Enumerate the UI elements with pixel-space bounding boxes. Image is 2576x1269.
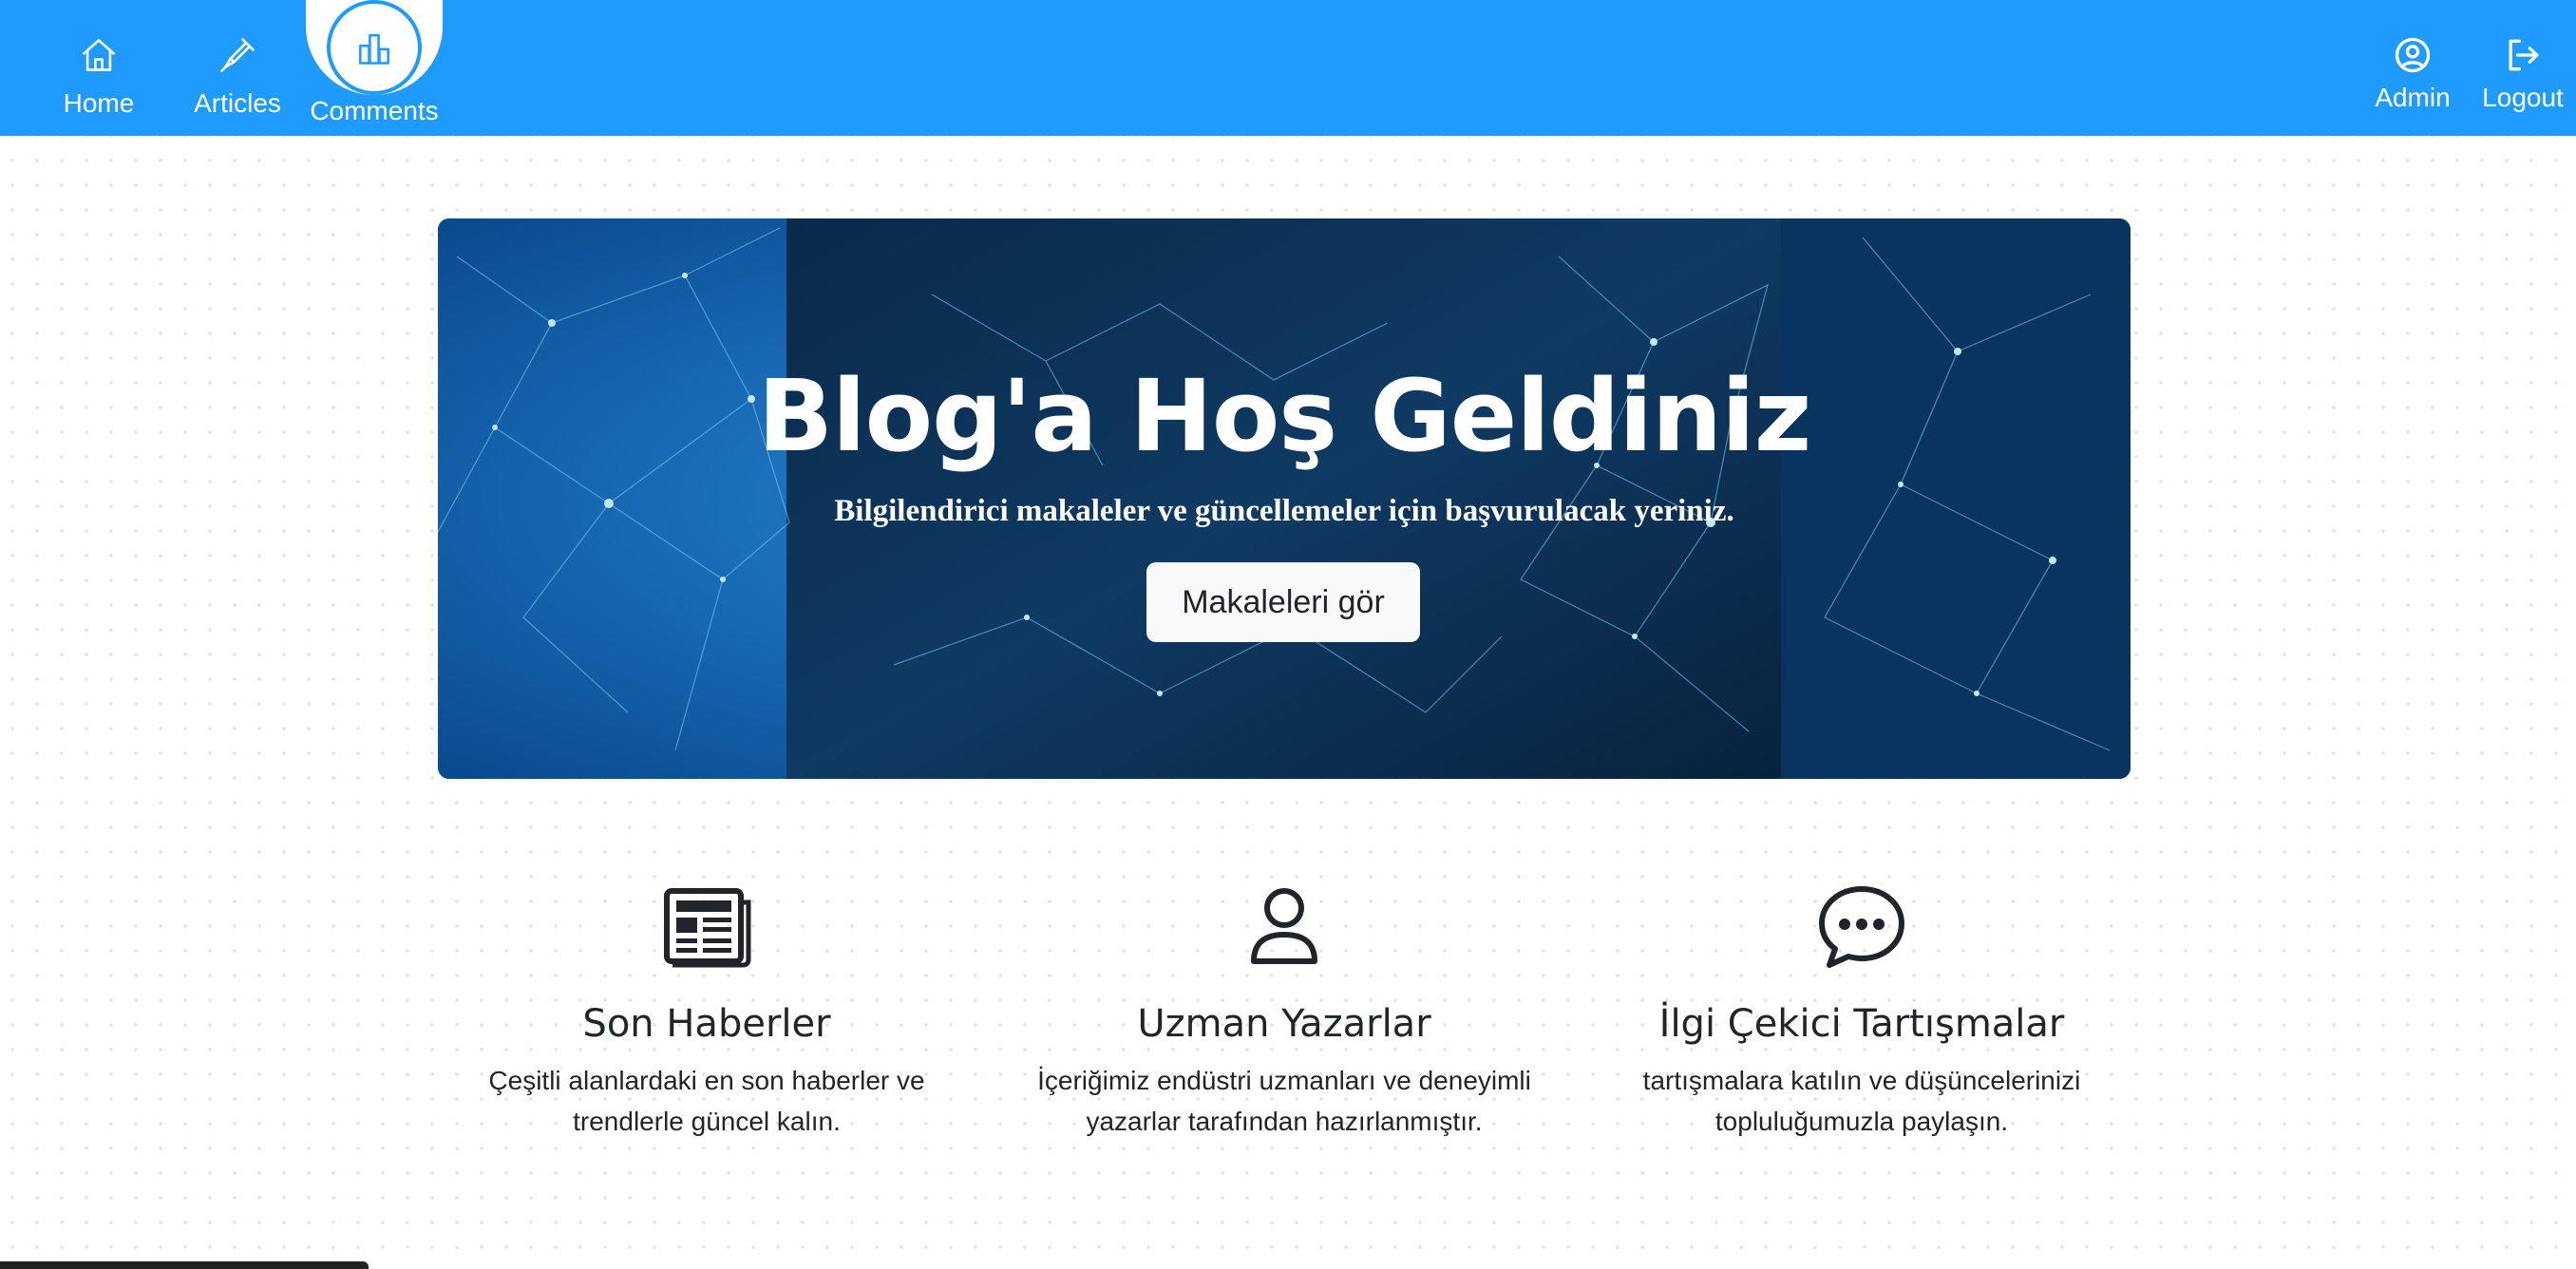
top-navbar: Home Articles Comments Admin Logout: [0, 0, 2576, 136]
nav-admin[interactable]: Admin: [2365, 0, 2460, 136]
user-circle-icon: [2395, 37, 2431, 73]
home-icon: [82, 39, 116, 71]
nav-logout-label: Logout: [2482, 83, 2564, 112]
feature-title: Uzman Yazarlar: [1137, 1002, 1431, 1046]
nav-home[interactable]: Home: [61, 0, 137, 136]
logout-icon: [2509, 39, 2539, 71]
feature-engaging-discussions: İlgi Çekici Tartışmalar tartışmalara kat…: [1596, 883, 2128, 1142]
nav-admin-label: Admin: [2375, 83, 2451, 112]
feature-description: Çeşitli alanlardaki en son haberler ve t…: [488, 1066, 925, 1136]
nav-logout[interactable]: Logout: [2475, 0, 2570, 136]
chat-bubble-icon: [1819, 886, 1904, 968]
feature-latest-news: Son Haberler Çeşitli alanlardaki en son …: [441, 883, 973, 1142]
hero-subtitle: Bilgilendirici makaleler ve güncellemele…: [834, 494, 1734, 528]
active-tab-circle: [327, 0, 422, 95]
newspaper-icon: [664, 888, 751, 968]
bottom-scrollbar[interactable]: [0, 1261, 369, 1269]
hero-title: Blog'a Hoş Geldiniz: [757, 358, 1812, 474]
feature-expert-authors: Uzman Yazarlar İçeriğimiz endüstri uzman…: [1018, 883, 1550, 1142]
feature-description: İçeriğimiz endüstri uzmanları ve deneyim…: [1037, 1066, 1531, 1136]
person-icon: [1251, 888, 1317, 964]
nav-comments-label: Comments: [310, 96, 439, 125]
feature-title: İlgi Çekici Tartışmalar: [1658, 1002, 2065, 1046]
feature-description: tartışmalara katılın ve düşüncelerinizi …: [1642, 1066, 2081, 1136]
feature-title: Son Haberler: [582, 1002, 831, 1046]
pen-icon: [220, 38, 255, 72]
view-articles-button[interactable]: Makaleleri gör: [1146, 562, 1420, 642]
nav-articles[interactable]: Articles: [190, 0, 285, 136]
nav-articles-label: Articles: [194, 88, 281, 118]
nav-comments[interactable]: Comments: [304, 0, 445, 136]
nav-home-label: Home: [63, 88, 135, 118]
bar-chart-icon: [359, 33, 389, 65]
